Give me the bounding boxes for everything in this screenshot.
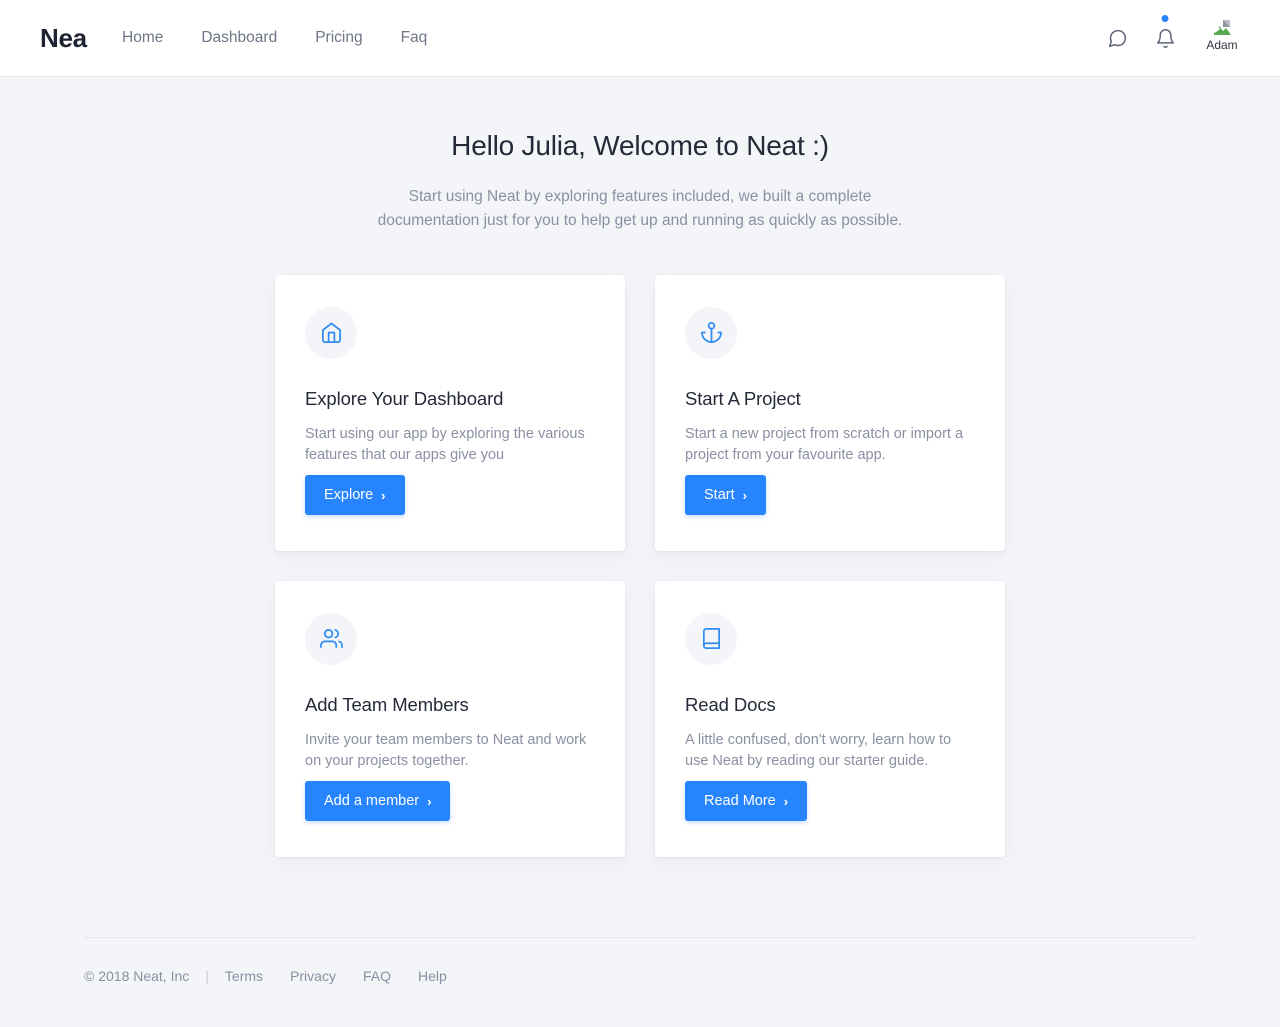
brand-logo[interactable]: Nea — [40, 23, 92, 54]
footer-link-help[interactable]: Help — [418, 968, 447, 984]
footer-separator: | — [205, 967, 209, 984]
main-nav: Home Dashboard Pricing Faq — [122, 29, 427, 47]
chevron-right-icon: › — [427, 793, 432, 809]
app-header: Nea Home Dashboard Pricing Faq Adam — [0, 0, 1280, 77]
hero-section: Hello Julia, Welcome to Neat :) Start us… — [0, 77, 1280, 233]
avatar[interactable]: Adam — [1204, 18, 1240, 58]
header-actions: Adam — [1104, 15, 1240, 58]
page-footer: © 2018 Neat, Inc | Terms Privacy FAQ Hel… — [84, 936, 1196, 984]
nav-item-home[interactable]: Home — [122, 29, 163, 47]
card-title: Add Team Members — [305, 693, 469, 715]
card-title: Explore Your Dashboard — [305, 387, 504, 409]
book-icon — [685, 612, 737, 665]
users-icon — [305, 612, 357, 665]
avatar-alt-text: Adam — [1206, 38, 1238, 52]
start-button[interactable]: Start › — [685, 474, 766, 515]
broken-image-icon — [1211, 18, 1233, 38]
footer-links: Terms Privacy FAQ Help — [225, 968, 447, 984]
button-label: Start — [704, 486, 735, 503]
button-label: Read More — [704, 792, 776, 809]
chevron-right-icon: › — [742, 487, 747, 503]
card-read-docs[interactable]: Read Docs A little confused, don't worry… — [655, 580, 1005, 857]
card-title: Read Docs — [685, 693, 776, 715]
chevron-right-icon: › — [381, 487, 386, 503]
page-subtitle: Start using Neat by exploring features i… — [377, 187, 903, 229]
nav-item-dashboard[interactable]: Dashboard — [201, 29, 277, 47]
explore-button[interactable]: Explore › — [305, 474, 405, 515]
chevron-right-icon: › — [783, 793, 789, 809]
anchor-icon — [685, 306, 737, 359]
card-title: Start A Project — [685, 387, 801, 409]
bell-icon[interactable] — [1152, 15, 1178, 51]
card-add-team-members[interactable]: Add Team Members Invite your team member… — [275, 580, 625, 857]
card-start-project[interactable]: Start A Project Start a new project from… — [655, 274, 1005, 551]
page-title: Hello Julia, Welcome to Neat :) — [451, 130, 829, 161]
nav-item-pricing[interactable]: Pricing — [315, 29, 362, 47]
footer-link-privacy[interactable]: Privacy — [290, 968, 336, 984]
button-label: Explore — [324, 486, 374, 503]
button-label: Add a member — [324, 792, 420, 809]
card-description: Start a new project from scratch or impo… — [685, 425, 964, 464]
read-more-button[interactable]: Read More › — [685, 780, 808, 821]
card-description: Invite your team members to Neat and wor… — [305, 731, 587, 770]
onboarding-card-grid: Explore Your Dashboard Start using our a… — [275, 274, 1005, 857]
footer-link-faq[interactable]: FAQ — [363, 968, 391, 984]
copyright-text: © 2018 Neat, Inc — [84, 967, 190, 984]
card-explore-dashboard[interactable]: Explore Your Dashboard Start using our a… — [275, 274, 625, 551]
card-description: Start using our app by exploring the var… — [305, 425, 585, 464]
nav-item-faq[interactable]: Faq — [401, 29, 428, 47]
card-description: A little confused, don't worry, learn ho… — [685, 731, 952, 770]
footer-link-terms[interactable]: Terms — [225, 968, 263, 984]
home-icon — [305, 306, 357, 359]
add-member-button[interactable]: Add a member › — [305, 780, 451, 821]
notification-badge-dot — [1161, 15, 1169, 22]
chat-bubble-icon[interactable] — [1104, 25, 1130, 51]
